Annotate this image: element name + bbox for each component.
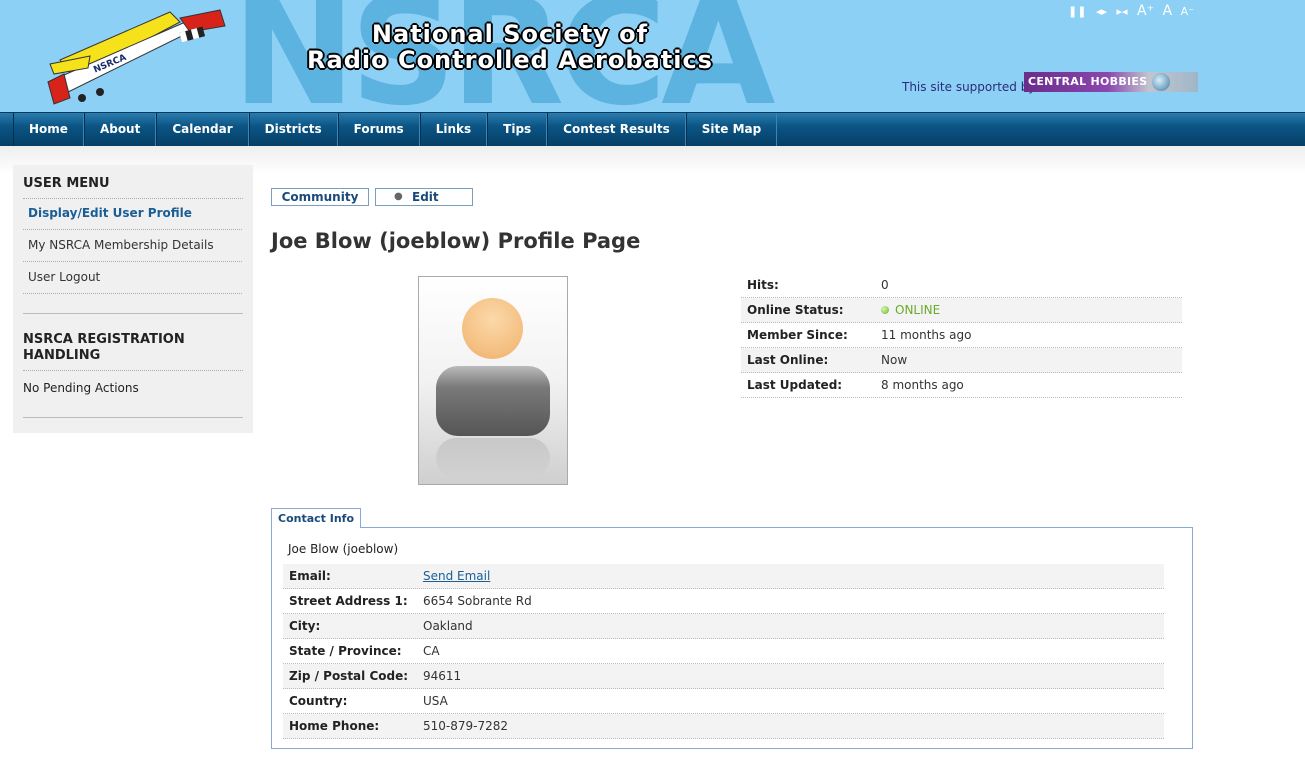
profile-stats-table: Hits: 0 Online Status: ONLINE Member Sin… bbox=[741, 273, 1182, 398]
sidebar-item-user-logout[interactable]: User Logout bbox=[23, 262, 242, 294]
registration-status-text: No Pending Actions bbox=[23, 381, 139, 395]
stat-row-last-online: Last Online: Now bbox=[741, 348, 1182, 373]
tab-contact-info[interactable]: Contact Info bbox=[271, 508, 362, 528]
contact-info-panel: Joe Blow (joeblow) Email: Send Email Str… bbox=[271, 527, 1193, 749]
next-icon[interactable]: ▸◂ bbox=[1116, 5, 1127, 18]
contact-name: Joe Blow (joeblow) bbox=[288, 542, 399, 556]
tab-edit[interactable]: ● Edit bbox=[375, 188, 473, 206]
tab-edit-label: Edit bbox=[412, 190, 439, 204]
nav-links[interactable]: Links bbox=[419, 113, 488, 146]
nav-forums[interactable]: Forums bbox=[337, 113, 420, 146]
main-navigation: Home About Calendar Districts Forums Lin… bbox=[0, 112, 1305, 147]
stat-label: Hits: bbox=[747, 278, 779, 292]
nav-districts[interactable]: Districts bbox=[248, 113, 338, 146]
site-header: NSRCA NSRCA National Society of Radio Co… bbox=[0, 0, 1305, 112]
divider bbox=[23, 370, 243, 371]
nav-tips[interactable]: Tips bbox=[487, 113, 548, 146]
stat-row-hits: Hits: 0 bbox=[741, 273, 1182, 298]
avatar-reflection bbox=[436, 438, 550, 478]
stat-label: Last Updated: bbox=[747, 378, 843, 392]
contact-value: 6654 Sobrante Rd bbox=[423, 594, 532, 608]
font-decrease-button[interactable]: A⁻ bbox=[1181, 5, 1194, 18]
divider bbox=[23, 417, 243, 418]
sponsor-banner[interactable]: CENTRAL HOBBIES bbox=[1024, 72, 1198, 92]
site-title-line-2: Radio Controlled Aerobatics bbox=[307, 46, 713, 74]
avatar-head-icon bbox=[462, 298, 523, 359]
sponsor-caption: This site supported by bbox=[902, 80, 1036, 94]
sidebar-item-display-edit-profile[interactable]: Display/Edit User Profile bbox=[23, 198, 242, 230]
contact-label: State / Province: bbox=[289, 644, 402, 658]
stat-value: 8 months ago bbox=[881, 378, 964, 392]
user-menu-heading: USER MENU bbox=[23, 176, 110, 191]
font-reset-button[interactable]: A bbox=[1163, 3, 1173, 19]
stat-label: Member Since: bbox=[747, 328, 848, 342]
bullet-icon: ● bbox=[394, 191, 403, 202]
contact-label: Home Phone: bbox=[289, 719, 380, 733]
nav-site-map[interactable]: Site Map bbox=[685, 113, 778, 146]
contact-label: Zip / Postal Code: bbox=[289, 669, 409, 683]
contact-label: Email: bbox=[289, 569, 331, 583]
divider bbox=[23, 313, 243, 314]
stat-row-member-since: Member Since: 11 months ago bbox=[741, 323, 1182, 348]
contact-label: City: bbox=[289, 619, 321, 633]
accessibility-toolbar: ❚❚ ◂▸ ▸◂ A⁺ A A⁻ bbox=[1068, 3, 1199, 19]
online-status-text: ONLINE bbox=[895, 303, 941, 317]
nav-home[interactable]: Home bbox=[13, 113, 84, 146]
contact-value: 510-879-7282 bbox=[423, 719, 509, 733]
table-row: Country: USA bbox=[283, 689, 1164, 714]
nav-about[interactable]: About bbox=[83, 113, 157, 146]
contact-label: Country: bbox=[289, 694, 348, 708]
page-title: Joe Blow (joeblow) Profile Page bbox=[271, 229, 641, 253]
contact-table: Email: Send Email Street Address 1: 6654… bbox=[283, 564, 1164, 739]
contact-value: Oakland bbox=[423, 619, 473, 633]
contact-value: CA bbox=[423, 644, 440, 658]
table-row: City: Oakland bbox=[283, 614, 1164, 639]
globe-icon bbox=[1152, 73, 1170, 91]
contact-value: USA bbox=[423, 694, 448, 708]
aerobatic-plane-logo-icon[interactable]: NSRCA bbox=[30, 2, 230, 112]
stat-row-last-updated: Last Updated: 8 months ago bbox=[741, 373, 1182, 398]
stat-label: Online Status: bbox=[747, 303, 844, 317]
sidebar-item-membership-details[interactable]: My NSRCA Membership Details bbox=[23, 230, 242, 262]
stat-row-online-status: Online Status: ONLINE bbox=[741, 298, 1182, 323]
nav-calendar[interactable]: Calendar bbox=[156, 113, 249, 146]
stat-label: Last Online: bbox=[747, 353, 829, 367]
pause-icon[interactable]: ❚❚ bbox=[1068, 5, 1086, 18]
avatar-body-icon bbox=[436, 366, 550, 436]
table-row: State / Province: CA bbox=[283, 639, 1164, 664]
send-email-link[interactable]: Send Email bbox=[423, 564, 490, 588]
site-title-line-1: National Society of bbox=[371, 20, 649, 48]
online-indicator-icon bbox=[881, 306, 889, 314]
contact-value: 94611 bbox=[423, 669, 462, 683]
stat-value: 11 months ago bbox=[881, 328, 972, 342]
tab-community-label: Community bbox=[281, 190, 359, 204]
online-status: ONLINE bbox=[881, 298, 940, 322]
profile-avatar[interactable] bbox=[418, 276, 568, 485]
nav-contest-results[interactable]: Contest Results bbox=[547, 113, 686, 146]
table-row: Email: Send Email bbox=[283, 564, 1164, 589]
table-row: Street Address 1: 6654 Sobrante Rd bbox=[283, 589, 1164, 614]
stat-value: Now bbox=[881, 353, 908, 367]
tab-community[interactable]: Community bbox=[271, 188, 369, 206]
contact-label: Street Address 1: bbox=[289, 594, 408, 608]
stat-value: 0 bbox=[881, 278, 889, 292]
table-row: Zip / Postal Code: 94611 bbox=[283, 664, 1164, 689]
sidebar: USER MENU Display/Edit User Profile My N… bbox=[13, 165, 253, 433]
font-increase-button[interactable]: A⁺ bbox=[1137, 3, 1154, 19]
previous-icon[interactable]: ◂▸ bbox=[1096, 5, 1107, 18]
table-row: Home Phone: 510-879-7282 bbox=[283, 714, 1164, 739]
registration-heading: NSRCA REGISTRATION HANDLING bbox=[23, 332, 185, 363]
